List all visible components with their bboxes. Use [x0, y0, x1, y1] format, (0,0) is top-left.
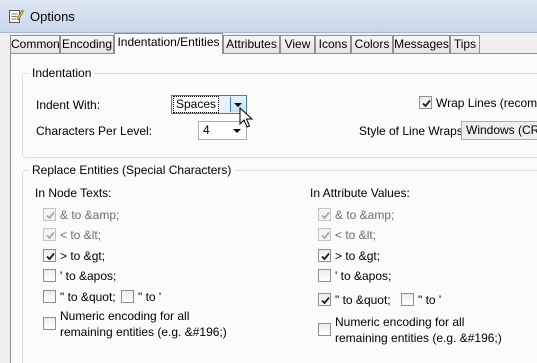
node-lt-checkbox[interactable] [43, 228, 56, 241]
tab-colors[interactable]: Colors [351, 35, 393, 53]
checkmark-icon [422, 99, 431, 108]
node-amp-label: & to &amp; [60, 208, 120, 222]
tab-indentation-entities[interactable]: Indentation/Entities [114, 33, 223, 54]
attr-quot-label: " to &quot; [335, 293, 391, 307]
node-apos-label: ' to &apos; [60, 269, 117, 283]
tab-encoding[interactable]: Encoding [60, 35, 114, 53]
title-bar: Options [0, 0, 537, 33]
checkmark-icon [321, 231, 330, 240]
attr-apos-checkbox[interactable] [318, 269, 331, 282]
line-wrap-style-label: Style of Line Wraps: [359, 124, 467, 138]
chars-per-level-label: Characters Per Level: [36, 124, 153, 138]
node-gt-checkbox[interactable] [43, 249, 56, 262]
checkmark-icon [321, 252, 330, 261]
mouse-pointer-icon [239, 107, 253, 128]
node-quot-label: " to &quot; [60, 290, 116, 304]
indent-with-label: Indent With: [36, 98, 101, 112]
attr-quot-apos-label: " to ' [418, 293, 442, 307]
attr-numeric-checkbox[interactable] [318, 323, 331, 336]
node-gt-label: > to &gt; [60, 249, 106, 263]
node-quot-apos-checkbox[interactable] [121, 290, 134, 303]
line-wrap-style-select[interactable]: Windows (CR L [461, 121, 537, 140]
node-numeric-label-line1: Numeric encoding for all [60, 309, 190, 323]
tab-tips[interactable]: Tips [450, 35, 480, 53]
tab-messages[interactable]: Messages [393, 35, 450, 53]
node-quot-checkbox[interactable] [43, 290, 56, 303]
replace-entities-group-title: Replace Entities (Special Characters) [29, 163, 235, 177]
tab-attributes[interactable]: Attributes [223, 35, 280, 53]
node-lt-label: < to &lt; [60, 228, 102, 242]
tab-panel: Indentation Indent With: Spaces Characte… [10, 53, 537, 363]
chars-per-level-value: 4 [203, 123, 210, 137]
attr-lt-label: < to &lt; [335, 228, 377, 242]
window-title: Options [30, 9, 75, 24]
attr-numeric-label-line1: Numeric encoding for all [335, 315, 465, 329]
attribute-values-heading: In Attribute Values: [310, 186, 410, 200]
wrap-lines-label: Wrap Lines (recomme [436, 96, 537, 110]
checkmark-icon [321, 211, 330, 220]
attr-numeric-label-line2: remaining entities (e.g. &#196;) [335, 331, 502, 345]
node-amp-checkbox[interactable] [43, 208, 56, 221]
attr-quot-apos-checkbox[interactable] [401, 293, 414, 306]
attr-gt-checkbox[interactable] [318, 249, 331, 262]
tab-icons[interactable]: Icons [315, 35, 351, 53]
replace-entities-group: Replace Entities (Special Characters) In… [22, 163, 537, 363]
indentation-group: Indentation Indent With: Spaces Characte… [22, 66, 537, 158]
attr-amp-checkbox[interactable] [318, 208, 331, 221]
checkmark-icon [46, 231, 55, 240]
line-wrap-style-value: Windows (CR L [466, 123, 537, 137]
options-window: Options Common Encoding Indentation/Enti… [0, 0, 537, 363]
attr-amp-label: & to &amp; [335, 208, 395, 222]
node-quot-apos-label: " to ' [138, 290, 162, 304]
tab-common[interactable]: Common [10, 35, 60, 53]
node-apos-checkbox[interactable] [43, 269, 56, 282]
attr-quot-checkbox[interactable] [318, 293, 331, 306]
node-texts-heading: In Node Texts: [35, 186, 112, 200]
checkmark-icon [46, 252, 55, 261]
tab-view[interactable]: View [280, 35, 315, 53]
indent-with-select[interactable]: Spaces [171, 95, 247, 114]
indentation-group-title: Indentation [29, 66, 95, 80]
checkmark-icon [46, 211, 55, 220]
node-numeric-checkbox[interactable] [43, 317, 56, 330]
attr-lt-checkbox[interactable] [318, 228, 331, 241]
attr-gt-label: > to &gt; [335, 249, 381, 263]
wrap-lines-checkbox[interactable] [419, 96, 432, 109]
node-numeric-label-line2: remaining entities (e.g. &#196;) [60, 325, 227, 339]
options-app-icon [8, 8, 24, 24]
attr-apos-label: ' to &apos; [335, 269, 392, 283]
indent-with-value: Spaces [172, 96, 220, 113]
checkmark-icon [321, 296, 330, 305]
